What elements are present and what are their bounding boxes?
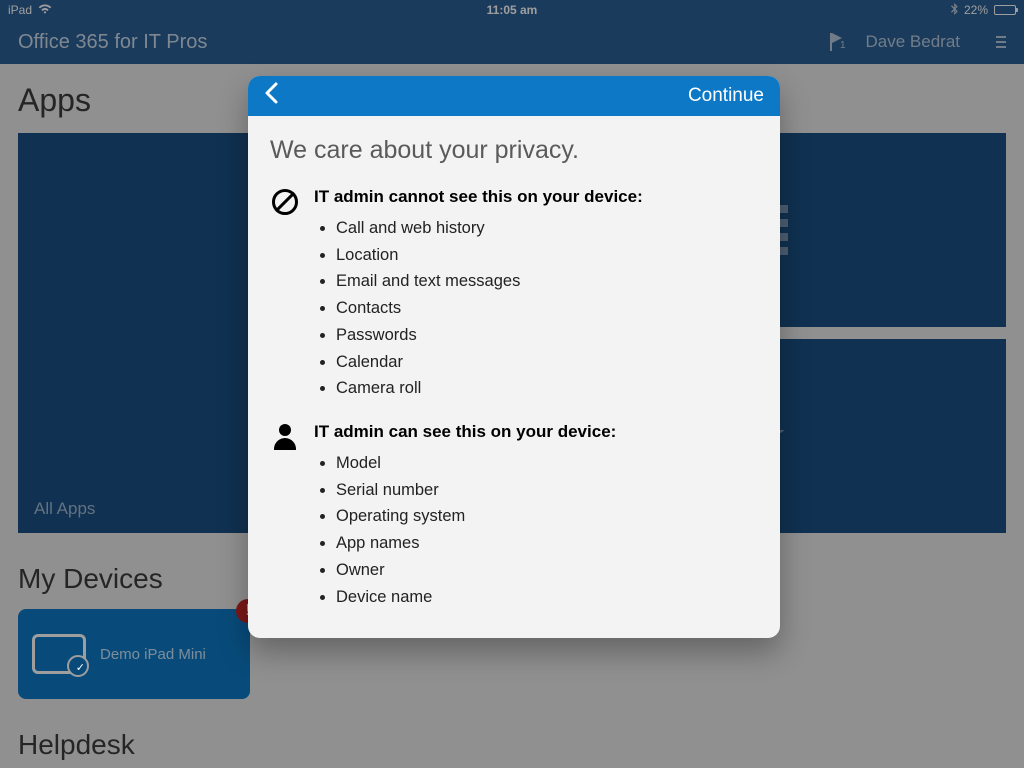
list-item: Passwords <box>336 322 643 349</box>
continue-button[interactable]: Continue <box>688 85 764 107</box>
list-item: Serial number <box>336 477 616 504</box>
list-item: Operating system <box>336 503 616 530</box>
back-button[interactable] <box>264 82 278 111</box>
cannot-see-heading: IT admin cannot see this on your device: <box>314 187 643 206</box>
list-item: App names <box>336 530 616 557</box>
privacy-modal: Continue We care about your privacy. IT … <box>248 76 780 638</box>
can-see-list: ModelSerial numberOperating systemApp na… <box>336 450 616 610</box>
cannot-see-section: IT admin cannot see this on your device:… <box>270 187 758 402</box>
list-item: Location <box>336 242 643 269</box>
list-item: Contacts <box>336 295 643 322</box>
person-icon <box>274 424 296 610</box>
list-item: Calendar <box>336 349 643 376</box>
modal-titlebar: Continue <box>248 76 780 116</box>
list-item: Email and text messages <box>336 268 643 295</box>
list-item: Device name <box>336 584 616 611</box>
list-item: Call and web history <box>336 215 643 242</box>
list-item: Owner <box>336 557 616 584</box>
list-item: Camera roll <box>336 375 643 402</box>
modal-title: We care about your privacy. <box>270 136 758 165</box>
prohibit-icon <box>272 189 298 215</box>
list-item: Model <box>336 450 616 477</box>
can-see-section: IT admin can see this on your device: Mo… <box>270 422 758 610</box>
cannot-see-list: Call and web historyLocationEmail and te… <box>336 215 643 402</box>
can-see-heading: IT admin can see this on your device: <box>314 422 616 441</box>
